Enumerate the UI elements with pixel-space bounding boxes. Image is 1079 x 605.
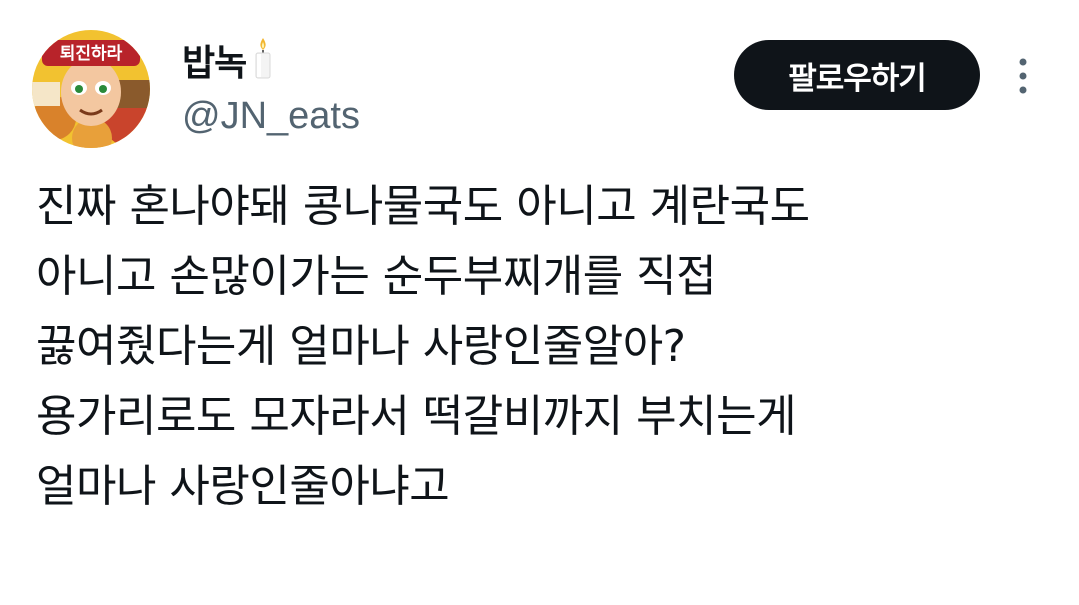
tweet-line: 진짜 혼나야돼 콩나물국도 아니고 계란국도 <box>36 181 810 232</box>
author-handle[interactable]: @JN_eats <box>182 92 360 140</box>
tweet-line: 용가리로도 모자라서 떡갈비까지 부치는게 <box>36 391 797 442</box>
tweet-text: 진짜 혼나야돼 콩나물국도 아니고 계란국도 아니고 손많이가는 순두부찌개를 … <box>36 172 1056 522</box>
avatar-illustration: 퇴진하라 <box>32 30 150 148</box>
tweet-line: 끓여줬다는게 얼마나 사랑인줄알아? <box>36 321 686 372</box>
follow-button[interactable]: 팔로우하기 <box>734 40 980 110</box>
candle-icon <box>252 36 274 92</box>
avatar-banner-text: 퇴진하라 <box>60 44 123 64</box>
vertical-ellipsis-icon[interactable] <box>1010 54 1036 98</box>
avatar[interactable]: 퇴진하라 <box>32 30 150 148</box>
tweet-card: 퇴진하라 밥녹 @JN_eats 팔로우하기 진짜 혼나야돼 콩나물국도 아니고… <box>0 0 1079 605</box>
author-display-name[interactable]: 밥녹 <box>182 36 274 92</box>
author-name-text: 밥녹 <box>182 43 247 84</box>
tweet-line: 얼마나 사랑인줄아냐고 <box>36 461 450 512</box>
tweet-line: 아니고 손많이가는 순두부찌개를 직접 <box>36 251 717 302</box>
